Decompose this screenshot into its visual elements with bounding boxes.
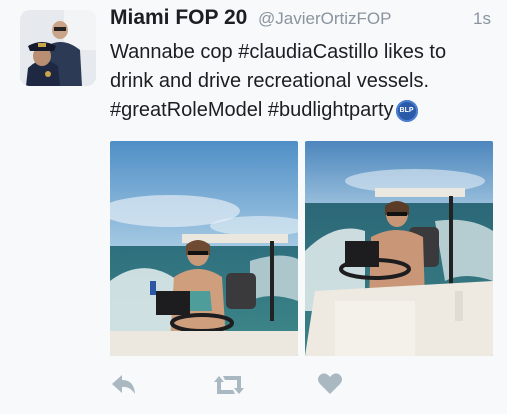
user-handle[interactable]: @JavierOrtizFOP: [258, 9, 391, 29]
retweet-button[interactable]: [213, 372, 245, 402]
tweet-photo-2[interactable]: [305, 141, 493, 356]
avatar[interactable]: [20, 10, 96, 86]
timestamp[interactable]: 1s: [473, 9, 491, 29]
hashtags[interactable]: #greatRoleModel #budlightparty: [110, 99, 394, 121]
reply-button[interactable]: [110, 372, 142, 402]
photo-woman-driving-boat-icon: [305, 141, 493, 356]
photo-woman-driving-boat-icon: [110, 141, 298, 356]
tweet-text-line: Wannabe cop #claudiaCastillo likes to: [110, 41, 447, 63]
retweet-icon: [214, 376, 244, 394]
tweet-photo-1[interactable]: [110, 141, 298, 356]
tweet-header: Miami FOP 20 @JavierOrtizFOP 1s: [110, 6, 491, 34]
heart-icon: [318, 373, 342, 394]
tweet-actions: [110, 372, 370, 404]
bud-light-emoji-icon: BLP: [395, 99, 418, 122]
tweet-text-line: #greatRoleModel #budlightparty BLP: [110, 96, 498, 125]
tweet-card: Miami FOP 20 @JavierOrtizFOP 1s Wannabe …: [0, 0, 507, 414]
reply-icon: [112, 375, 135, 394]
like-button[interactable]: [317, 372, 349, 402]
tweet-text-line: drink and drive recreational vessels.: [110, 70, 430, 92]
tweet-text: Wannabe cop #claudiaCastillo likes to dr…: [110, 38, 498, 125]
display-name[interactable]: Miami FOP 20: [110, 6, 247, 30]
